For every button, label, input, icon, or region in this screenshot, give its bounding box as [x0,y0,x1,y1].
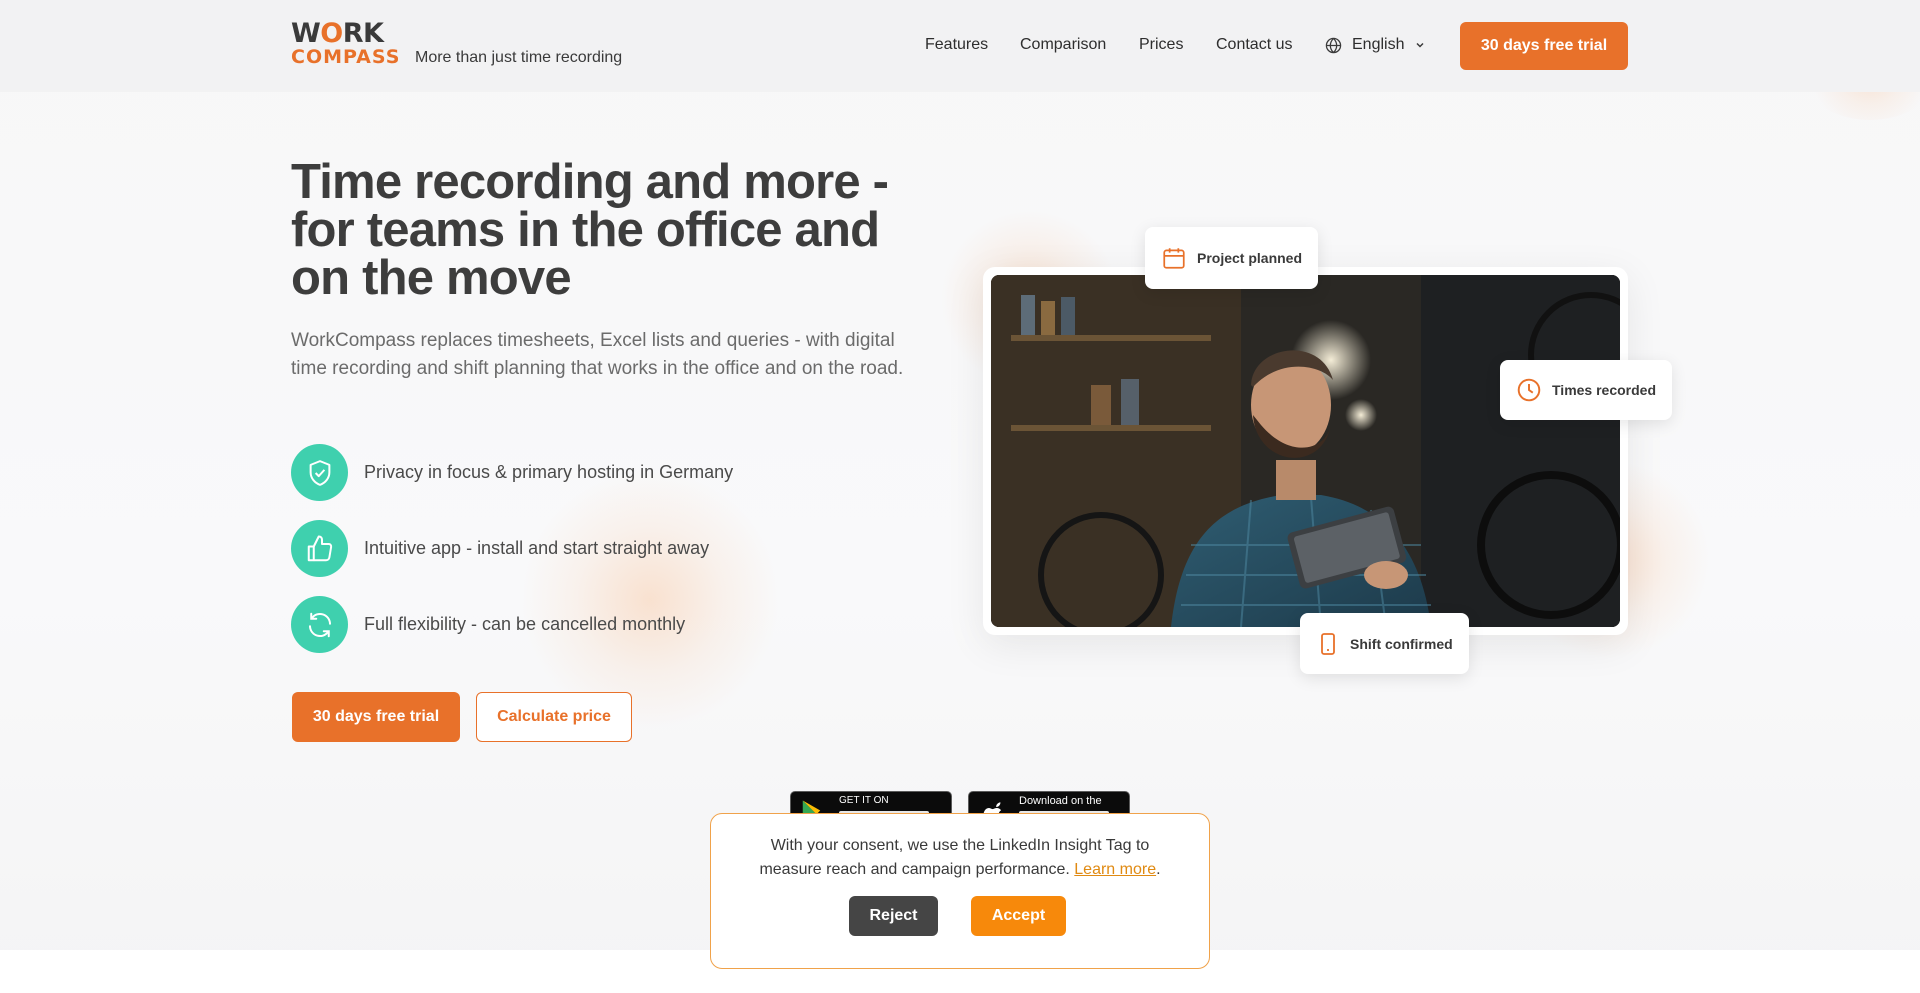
feature-privacy: Privacy in focus & primary hosting in Ge… [291,444,733,501]
reject-button[interactable]: Reject [849,896,938,936]
tag-label: Times recorded [1552,382,1657,398]
feature-flexibility: Full flexibility - can be cancelled mont… [291,596,685,653]
consent-period: . [1156,861,1161,878]
tag-label: Project planned [1197,250,1303,266]
google-play-top-text: GET IT ON [839,795,889,806]
tag-times-recorded: Times recorded [1500,360,1673,420]
logo-text-rk: RK [342,18,384,49]
logo[interactable]: WORK COMPASS [291,20,403,68]
site-header: WORK COMPASS More than just time recordi… [0,0,1920,92]
globe-icon [1325,37,1342,53]
feature-intuitive: Intuitive app - install and start straig… [291,520,709,577]
app-store-top-text: Download on the [1019,795,1102,807]
hero-trial-button[interactable]: 30 days free trial [292,692,460,742]
hero-image-card [983,267,1628,635]
chevron-down-icon [1416,42,1425,48]
hero-title: Time recording and more - for teams in t… [291,155,889,305]
calendar-icon [1163,248,1185,269]
refresh-icon [291,596,348,653]
header-trial-button[interactable]: 30 days free trial [1460,22,1628,70]
tag-label: Shift confirmed [1350,635,1453,652]
logo-text-compass: COMPASS [291,46,401,68]
learn-more-link[interactable]: Learn more [1074,861,1156,878]
nav-features[interactable]: Features [925,36,988,54]
hero-photo [991,275,1620,627]
tag-project-planned: Project planned [1145,227,1319,289]
feature-text: Full flexibility - can be cancelled mont… [364,614,686,634]
tagline: More than just time recording [415,49,623,66]
shield-check-icon [291,444,348,501]
hero-subtitle: WorkCompass replaces timesheets, Excel l… [291,330,904,379]
calculate-price-button[interactable]: Calculate price [476,692,632,742]
clock-icon [1517,378,1541,402]
logo-text-o: O [320,18,343,49]
consent-text: With your consent, we use the LinkedIn I… [711,834,1209,882]
workshop-illustration [991,275,1620,627]
feature-text: Intuitive app - install and start straig… [364,538,710,558]
logo-text-w: W [291,18,321,49]
feature-text: Privacy in focus & primary hosting in Ge… [364,462,734,482]
accept-button[interactable]: Accept [971,896,1066,936]
language-selector[interactable]: English [1325,36,1426,54]
language-label: English [1352,36,1405,53]
nav-contact[interactable]: Contact us [1216,36,1292,54]
consent-banner: With your consent, we use the LinkedIn I… [710,813,1210,969]
phone-icon [1321,632,1335,655]
nav-prices[interactable]: Prices [1139,36,1183,54]
tag-shift-confirmed: Shift confirmed [1300,613,1469,674]
thumbs-up-icon [291,520,348,577]
nav-comparison[interactable]: Comparison [1020,36,1106,54]
